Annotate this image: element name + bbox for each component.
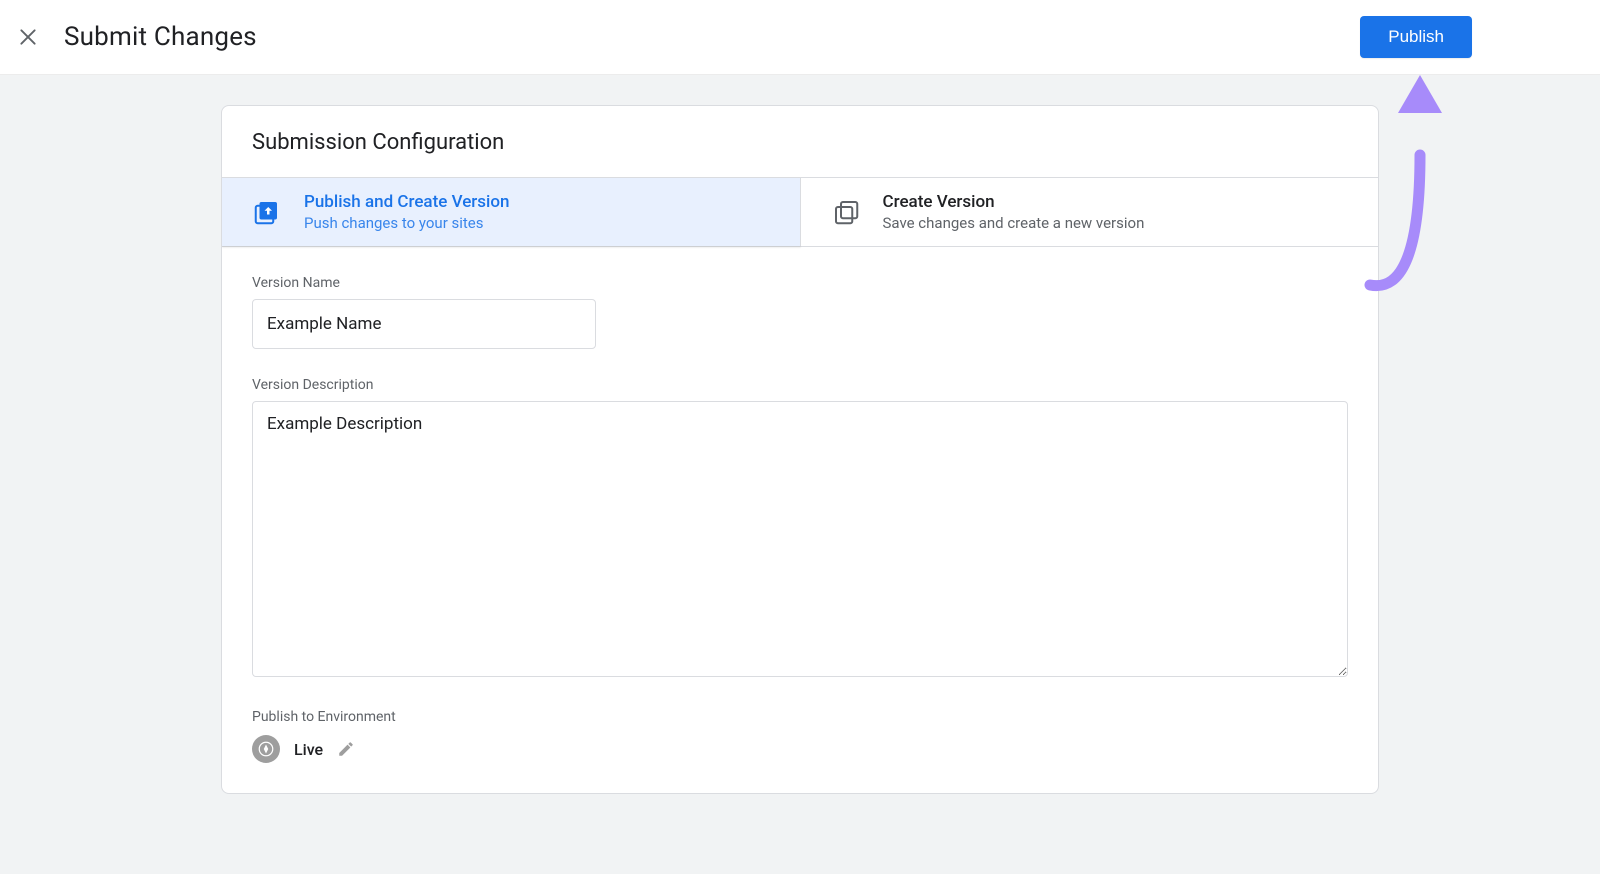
header-left: Submit Changes [18,22,257,52]
publish-env-label: Publish to Environment [252,709,1348,725]
form-area: Version Name Version Description Example… [222,247,1378,793]
version-description-block: Version Description Example Description [252,377,1348,681]
option-desc: Push changes to your sites [304,214,510,232]
option-title: Create Version [883,192,1145,212]
dialog-header: Submit Changes Publish [0,0,1600,75]
environment-name: Live [294,740,323,759]
compass-icon [252,735,280,763]
submission-config-card: Submission Configuration Publish and Cre… [221,105,1379,794]
option-create-version[interactable]: Create Version Save changes and create a… [801,178,1379,246]
option-desc: Save changes and create a new version [883,214,1145,232]
publish-button[interactable]: Publish [1360,16,1472,58]
close-icon[interactable] [18,27,38,47]
version-description-input[interactable]: Example Description [252,401,1348,677]
version-description-label: Version Description [252,377,1348,393]
card-title: Submission Configuration [252,130,1348,155]
version-name-block: Version Name [252,275,1348,349]
option-title: Publish and Create Version [304,192,510,212]
workspace: Submission Configuration Publish and Cre… [0,75,1600,794]
option-texts: Create Version Save changes and create a… [883,192,1145,232]
version-name-label: Version Name [252,275,1348,291]
edit-environment-icon[interactable] [337,740,355,758]
environment-row: Live [252,735,1348,763]
page-title: Submit Changes [64,22,257,52]
publish-environment-section: Publish to Environment Live [252,709,1348,763]
upload-icon [252,197,282,227]
copy-icon [831,197,861,227]
card-header: Submission Configuration [222,106,1378,177]
version-name-input[interactable] [252,299,596,349]
option-texts: Publish and Create Version Push changes … [304,192,510,232]
submission-options-row: Publish and Create Version Push changes … [222,177,1378,247]
option-publish-and-create-version[interactable]: Publish and Create Version Push changes … [222,178,801,246]
